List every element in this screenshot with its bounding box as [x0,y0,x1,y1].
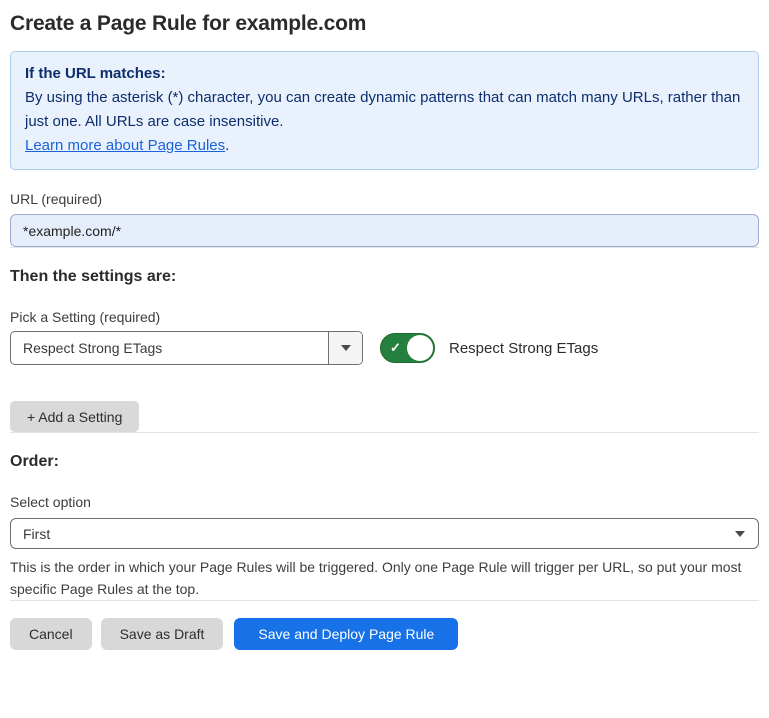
setting-row: Respect Strong ETags ✓ Respect Strong ET… [10,331,759,365]
info-box-heading: If the URL matches: [25,62,744,86]
url-field-label: URL (required) [10,191,759,207]
save-as-draft-button[interactable]: Save as Draft [101,618,224,650]
order-help-text: This is the order in which your Page Rul… [10,556,759,600]
order-select-label: Select option [10,494,759,510]
chevron-down-icon [341,345,351,351]
link-suffix: . [225,137,229,154]
learn-more-link[interactable]: Learn more about Page Rules [25,137,225,154]
toggle-knob [407,335,433,361]
setting-select-value: Respect Strong ETags [11,332,328,364]
order-select-arrow [735,519,758,548]
order-select[interactable]: First [10,518,759,549]
add-setting-button[interactable]: + Add a Setting [10,401,139,432]
info-box-link-line: Learn more about Page Rules. [25,134,744,158]
divider [10,247,759,248]
create-page-rule-panel: Create a Page Rule for example.com If th… [0,0,769,650]
chevron-down-icon [735,531,745,537]
setting-select[interactable]: Respect Strong ETags [10,331,363,365]
setting-picker-label: Pick a Setting (required) [10,309,759,325]
divider [10,600,759,601]
settings-section-heading: Then the settings are: [10,268,759,286]
footer-actions: Cancel Save as Draft Save and Deploy Pag… [10,618,759,650]
url-match-info-box: If the URL matches: By using the asteris… [10,51,759,170]
order-section-heading: Order: [10,453,759,471]
page-title: Create a Page Rule for example.com [10,12,759,36]
cancel-button[interactable]: Cancel [10,618,92,650]
info-box-body: By using the asterisk (*) character, you… [25,86,744,134]
setting-select-arrow-button[interactable] [328,332,362,364]
save-and-deploy-button[interactable]: Save and Deploy Page Rule [234,618,458,650]
respect-strong-etags-toggle[interactable]: ✓ [380,333,435,363]
divider [10,432,759,433]
toggle-label: Respect Strong ETags [449,340,598,357]
order-select-value: First [11,519,735,548]
check-icon: ✓ [390,341,401,354]
url-input[interactable] [10,214,759,247]
